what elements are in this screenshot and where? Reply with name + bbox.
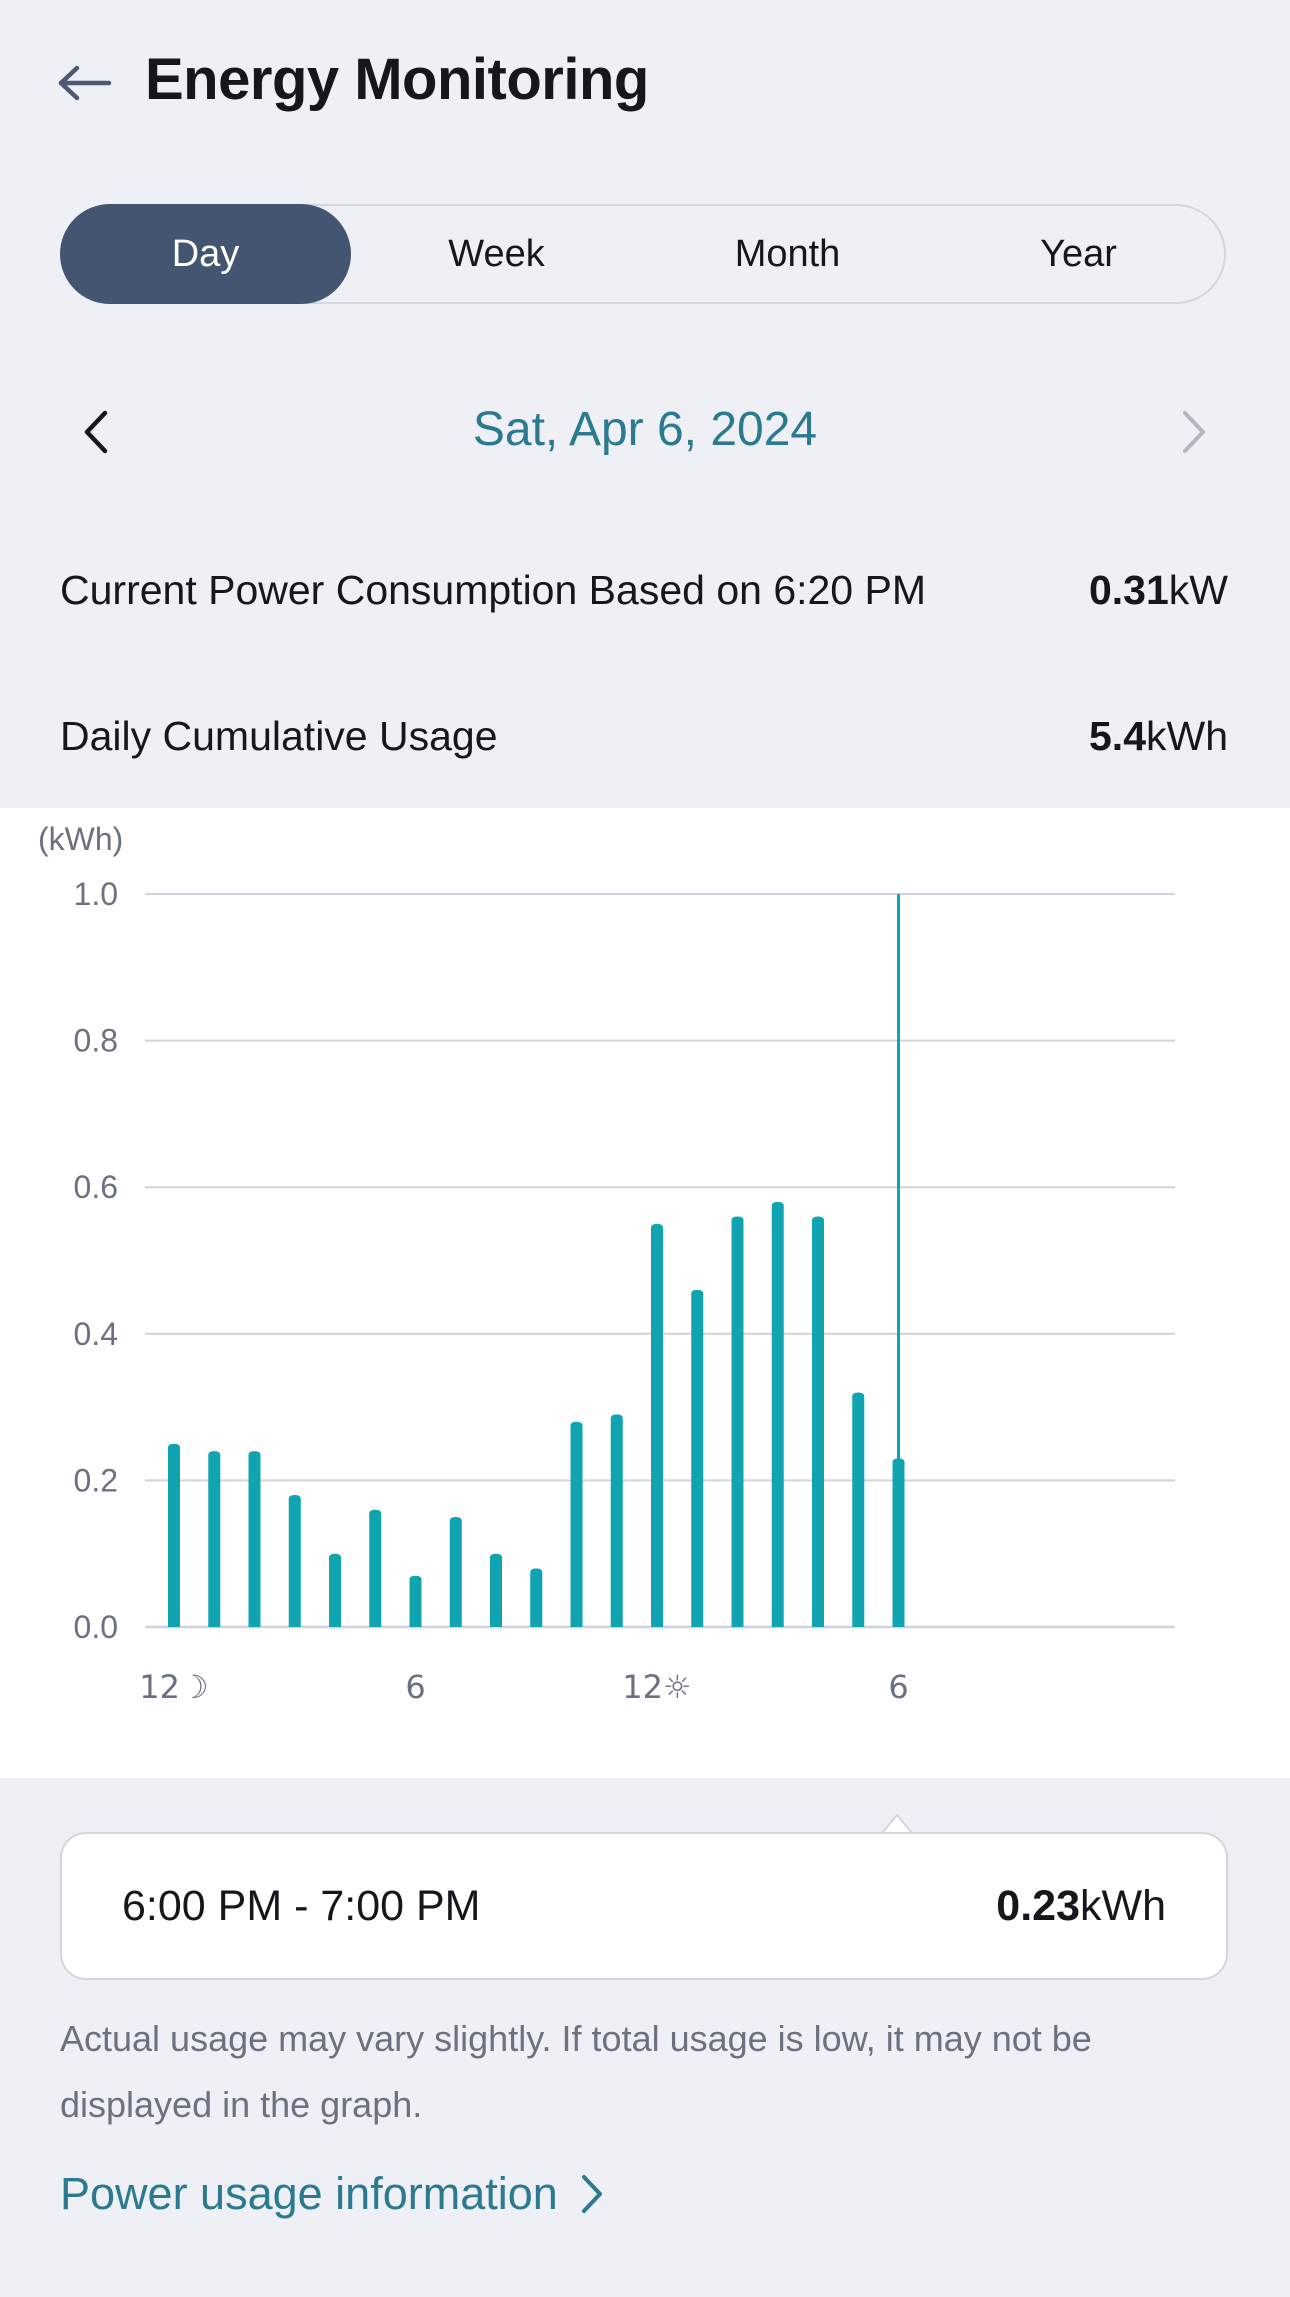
daily-usage-row: Daily Cumulative Usage 5.4kWh bbox=[60, 706, 1228, 766]
period-segmented-control: Day Week Month Year bbox=[60, 204, 1226, 304]
daily-usage-value: 5.4kWh bbox=[1089, 713, 1228, 760]
x-tick-label: 6 bbox=[405, 1668, 425, 1706]
usage-bar[interactable] bbox=[288, 1495, 301, 1627]
usage-disclaimer: Actual usage may vary slightly. If total… bbox=[60, 2018, 1092, 2125]
selected-usage-value: 0.23kWh bbox=[996, 1882, 1166, 1931]
usage-bar[interactable] bbox=[449, 1517, 462, 1627]
current-power-number: 0.31 bbox=[1088, 566, 1169, 613]
usage-bar[interactable] bbox=[530, 1568, 543, 1627]
tab-month[interactable]: Month bbox=[642, 206, 933, 302]
current-power-unit: kW bbox=[1168, 566, 1228, 613]
tab-week[interactable]: Week bbox=[351, 206, 642, 302]
y-tick-label: 0.0 bbox=[74, 1609, 118, 1645]
date-navigator: Sat, Apr 6, 2024 bbox=[0, 380, 1290, 480]
usage-bar[interactable] bbox=[651, 1223, 663, 1627]
selected-usage-unit: kWh bbox=[1080, 1881, 1166, 1930]
power-usage-info-label: Power usage information bbox=[60, 2168, 558, 2219]
back-button[interactable] bbox=[50, 48, 120, 118]
current-power-value: 0.31kW bbox=[1089, 567, 1228, 614]
current-power-label: Current Power Consumption Based on 6:20 … bbox=[60, 566, 927, 613]
daily-usage-label: Daily Cumulative Usage bbox=[60, 712, 498, 759]
y-tick-label: 0.6 bbox=[74, 1169, 118, 1205]
usage-bar[interactable] bbox=[812, 1216, 824, 1627]
selected-usage-number: 0.23 bbox=[996, 1881, 1080, 1930]
selected-time-range: 6:00 PM - 7:00 PM bbox=[122, 1881, 481, 1930]
daily-usage-number: 5.4 bbox=[1089, 712, 1146, 759]
tab-day[interactable]: Day bbox=[60, 204, 351, 304]
daily-usage-unit: kWh bbox=[1146, 712, 1228, 759]
tab-year[interactable]: Year bbox=[933, 206, 1224, 302]
usage-bar[interactable] bbox=[610, 1414, 623, 1627]
power-usage-info-link[interactable]: Power usage information bbox=[60, 2168, 604, 2220]
next-date-button[interactable] bbox=[1164, 402, 1224, 462]
usage-chart[interactable]: (kWh) 0.0 0.2 0.4 0.6 0.8 1.0 12☽ 6 12☼ 6 bbox=[0, 808, 1290, 1778]
y-tick-label: 0.4 bbox=[74, 1316, 118, 1352]
y-axis-unit-label: (kWh) bbox=[38, 821, 123, 857]
chevron-right-icon bbox=[1183, 411, 1205, 453]
usage-bar[interactable] bbox=[369, 1509, 382, 1627]
usage-bar[interactable] bbox=[490, 1553, 502, 1627]
y-tick-label: 1.0 bbox=[74, 876, 118, 912]
x-tick-label: 6 bbox=[888, 1668, 908, 1706]
usage-bar[interactable] bbox=[248, 1451, 261, 1627]
usage-bar[interactable] bbox=[892, 1458, 905, 1627]
usage-bar[interactable] bbox=[771, 1201, 784, 1627]
usage-bar[interactable] bbox=[570, 1421, 583, 1627]
selected-hour-card: 6:00 PM - 7:00 PM 0.23kWh bbox=[60, 1832, 1228, 1980]
x-tick-label: 12☼ bbox=[622, 1668, 691, 1706]
usage-bar[interactable] bbox=[691, 1289, 704, 1627]
usage-bar[interactable] bbox=[329, 1553, 341, 1627]
current-power-row: Current Power Consumption Based on 6:20 … bbox=[60, 560, 1228, 620]
usage-bar[interactable] bbox=[731, 1216, 744, 1627]
usage-bar[interactable] bbox=[208, 1451, 221, 1627]
y-tick-label: 0.8 bbox=[74, 1023, 118, 1059]
chevron-right-icon bbox=[581, 2175, 602, 2213]
header: Energy Monitoring bbox=[0, 0, 1290, 170]
tooltip-pointer bbox=[882, 1813, 912, 1833]
usage-bar[interactable] bbox=[409, 1575, 422, 1627]
current-date: Sat, Apr 6, 2024 bbox=[472, 403, 818, 456]
x-tick-label: 12☽ bbox=[139, 1668, 208, 1706]
usage-bar[interactable] bbox=[168, 1443, 180, 1627]
page-title: Energy Monitoring bbox=[145, 47, 649, 112]
usage-bar-chart: (kWh) 0.0 0.2 0.4 0.6 0.8 1.0 12☽ 6 12☼ 6 bbox=[38, 821, 1175, 1706]
arrow-left-icon bbox=[58, 65, 112, 101]
y-tick-label: 0.2 bbox=[74, 1462, 118, 1498]
usage-bar[interactable] bbox=[852, 1392, 865, 1627]
